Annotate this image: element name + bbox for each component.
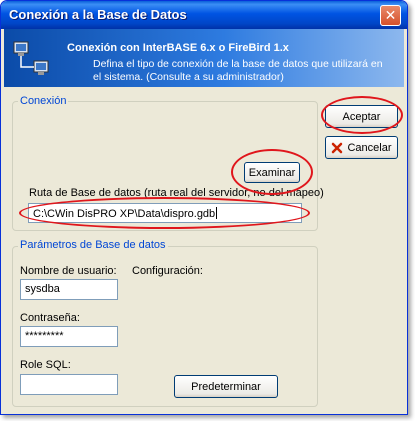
header-description: Defina el tipo de conexión de la base de…: [93, 58, 383, 83]
role-input[interactable]: [20, 374, 118, 395]
params-group-label: Parámetros de Base de datos: [18, 239, 168, 251]
user-input[interactable]: sysdba: [20, 279, 118, 300]
config-label: Configuración:: [132, 265, 203, 277]
header-banner: Conexión con InterBASE 6.x o FireBird 1.…: [4, 29, 404, 87]
password-label: Contraseña:: [20, 312, 80, 324]
cancelar-button[interactable]: Cancelar: [325, 136, 398, 159]
db-path-label: Ruta de Base de datos (ruta real del ser…: [29, 187, 324, 199]
red-x-icon: [332, 142, 343, 153]
user-label: Nombre de usuario:: [20, 265, 117, 277]
role-label: Role SQL:: [20, 359, 71, 371]
password-input[interactable]: *********: [20, 326, 118, 347]
title-bar[interactable]: Conexión a la Base de Datos ✕: [1, 1, 407, 29]
cancelar-label: Cancelar: [347, 141, 392, 154]
dialog-window: Conexión a la Base de Datos ✕ Conexión c…: [0, 0, 408, 415]
close-icon: ✕: [384, 7, 397, 23]
examinar-button[interactable]: Examinar: [244, 162, 300, 183]
db-path-value: C:\CWin DisPRO XP\Data\dispro.gdb: [33, 208, 216, 220]
aceptar-button[interactable]: Aceptar: [325, 105, 398, 128]
header-title: Conexión con InterBASE 6.x o FireBird 1.…: [67, 42, 289, 54]
conexion-group-label: Conexión: [18, 95, 69, 107]
network-computers-icon: [13, 41, 49, 75]
predeterminar-button[interactable]: Predeterminar: [174, 375, 278, 398]
db-path-input[interactable]: C:\CWin DisPRO XP\Data\dispro.gdb: [28, 203, 302, 223]
window-title: Conexión a la Base de Datos: [9, 7, 187, 22]
text-caret: [216, 207, 218, 219]
close-button[interactable]: ✕: [380, 5, 401, 26]
